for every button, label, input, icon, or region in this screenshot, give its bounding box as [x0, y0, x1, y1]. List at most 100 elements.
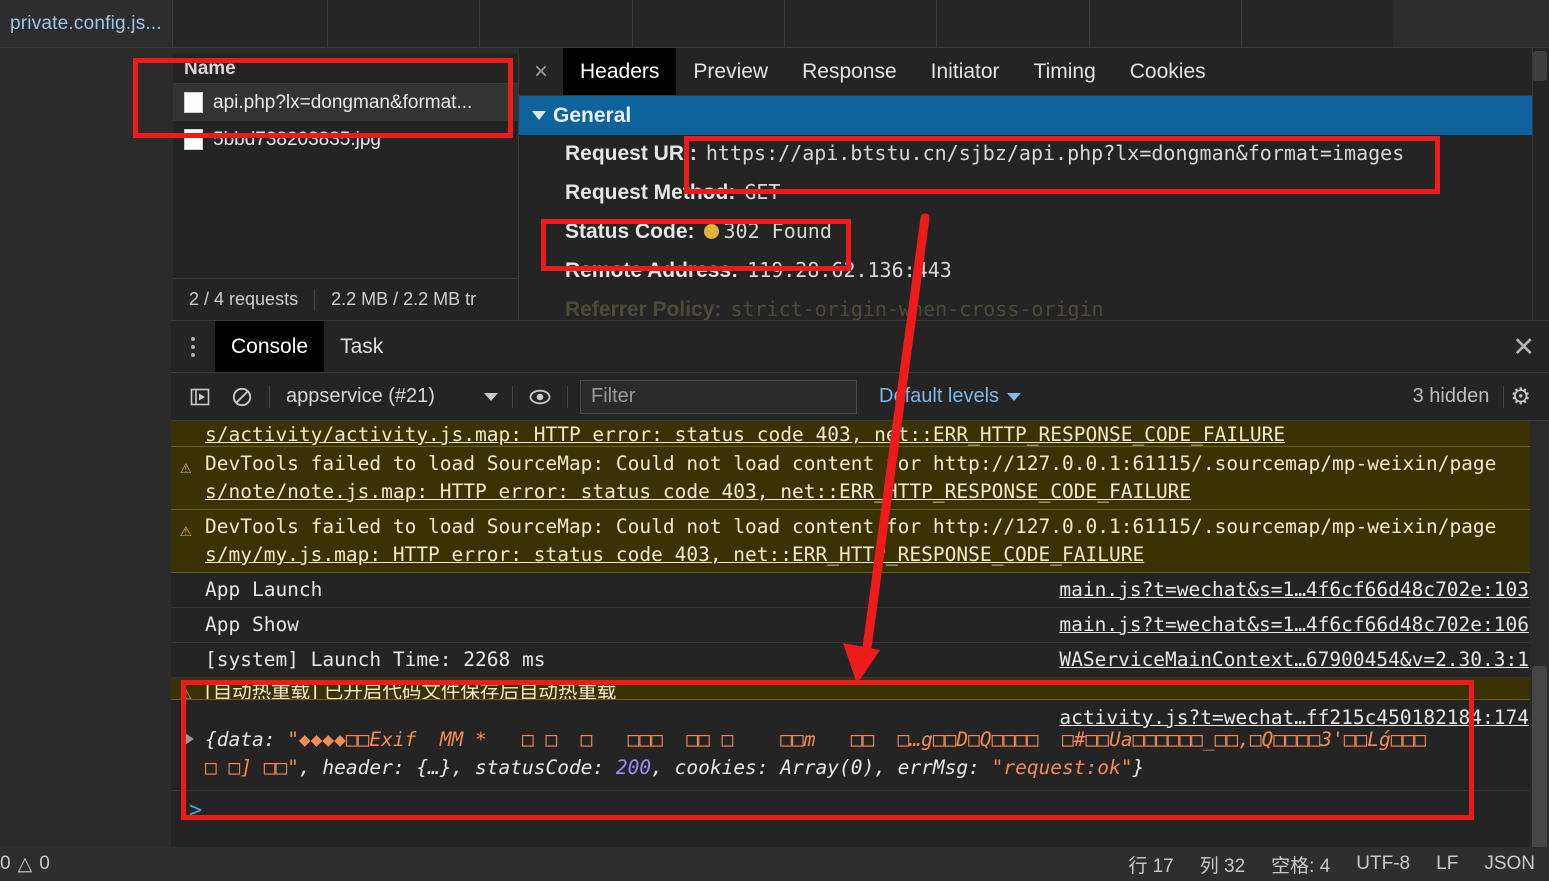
execute-in-frame-icon[interactable] — [179, 373, 221, 421]
general-section-label: General — [553, 103, 632, 127]
expand-arrow-icon[interactable] — [185, 733, 194, 745]
chevron-down-icon — [484, 392, 498, 401]
more-options-icon[interactable] — [171, 321, 215, 372]
field-referrer-policy: Referrer Policy: strict-origin-when-cros… — [565, 297, 1549, 320]
network-row-image[interactable]: 5bbd738203835.jpg — [173, 121, 518, 158]
log-row[interactable]: App Show main.js?t=wechat&s=1…4f6cf66d48… — [171, 608, 1549, 643]
tab-cookies[interactable]: Cookies — [1113, 48, 1223, 95]
field-request-method: Request Method: GET — [565, 180, 1549, 219]
tabstrip-cell — [326, 0, 479, 47]
screen-root: private.config.js... Name api.php?lx=don… — [0, 0, 1549, 881]
log-text[interactable]: s/activity/activity.js.map: HTTP error: … — [205, 423, 1285, 446]
field-label: Request Method: — [565, 181, 736, 204]
tabstrip-cell — [631, 0, 784, 47]
general-section-header[interactable]: General — [519, 96, 1549, 135]
log-source-link[interactable]: WAServiceMainContext…67900454&v=2.30.3:1 — [1059, 646, 1529, 674]
gear-icon[interactable]: ⚙ — [1510, 383, 1541, 410]
object-prefix: {data: — [205, 728, 288, 751]
tab-timing[interactable]: Timing — [1017, 48, 1113, 95]
status-line[interactable]: 行 17 — [1128, 851, 1173, 878]
toolbar-divider — [1503, 385, 1505, 408]
toolbar-divider — [567, 385, 568, 408]
log-level-label: Default levels — [879, 385, 1000, 407]
field-value[interactable]: https://api.btstu.cn/sjbz/api.php?lx=don… — [706, 141, 1404, 165]
console-context-label: appservice (#21) — [286, 385, 435, 407]
prompt-chevron-icon: > — [189, 798, 203, 823]
tab-console[interactable]: Console — [215, 321, 325, 372]
tabstrip-cell — [1088, 0, 1241, 47]
status-indentation[interactable]: 空格: 4 — [1271, 851, 1330, 878]
field-label: Referrer Policy: — [565, 298, 722, 320]
editor-status-bar: 0 △ 0 行 17 列 32 空格: 4 UTF-8 LF JSON — [0, 847, 1549, 881]
tab-response[interactable]: Response — [785, 48, 914, 95]
network-row-name: 5bbd738203835.jpg — [213, 128, 382, 150]
log-source-link[interactable]: main.js?t=wechat&s=1…4f6cf66d48c702e:106 — [1059, 611, 1529, 639]
console-filter-input[interactable]: Filter — [580, 379, 857, 414]
log-row-object[interactable]: activity.js?t=wechat…ff215c450182184:174… — [171, 700, 1549, 791]
object-rest-a: , header: {…}, statusCode: — [298, 756, 616, 779]
log-row[interactable]: ⚠ DevTools failed to load SourceMap: Cou… — [171, 510, 1549, 573]
log-row[interactable]: s/activity/activity.js.map: HTTP error: … — [171, 421, 1549, 447]
log-row[interactable]: App Launch main.js?t=wechat&s=1…4f6cf66d… — [171, 573, 1549, 608]
network-transfer-size: 2.2 MB / 2.2 MB tr — [331, 289, 477, 309]
status-right-group: 行 17 列 32 空格: 4 UTF-8 LF JSON — [1128, 851, 1549, 878]
general-fields: Request URI: https://api.btstu.cn/sjbz/a… — [519, 135, 1549, 320]
request-detail-tabbar: × Headers Preview Response Initiator Tim… — [519, 48, 1549, 96]
close-drawer-icon[interactable]: ✕ — [1512, 321, 1535, 373]
clear-console-icon[interactable] — [221, 373, 263, 421]
toolbar-divider — [269, 385, 270, 408]
console-log-level-selector[interactable]: Default levels — [879, 385, 1022, 408]
tab-preview[interactable]: Preview — [676, 48, 785, 95]
status-column[interactable]: 列 32 — [1200, 851, 1245, 878]
tabstrip-cell — [935, 0, 1089, 47]
error-count: 0 — [0, 853, 11, 874]
warning-icon: ⚠ — [180, 519, 192, 541]
status-language-mode[interactable]: JSON — [1484, 853, 1535, 875]
console-scrollbar-thumb[interactable] — [1532, 666, 1547, 851]
log-text[interactable]: s/my/my.js.map: HTTP error: status code … — [205, 541, 1529, 569]
status-eol[interactable]: LF — [1436, 853, 1458, 875]
console-context-selector[interactable]: appservice (#21) — [276, 382, 506, 412]
log-source-link[interactable]: activity.js?t=wechat…ff215c450182184:174 — [1059, 704, 1529, 732]
log-row[interactable]: ⚠ DevTools failed to load SourceMap: Cou… — [171, 447, 1549, 510]
object-rest-b: , cookies: Array(0), errMsg: — [651, 756, 992, 779]
field-remote-address: Remote Address: 119.28.62.136:443 — [565, 258, 1549, 297]
toolbar-divider — [512, 385, 513, 408]
field-value: strict-origin-when-cross-origin — [730, 297, 1104, 320]
log-text: App Launch — [205, 578, 323, 601]
status-dot-icon — [703, 224, 719, 239]
warning-count: 0 — [39, 853, 50, 874]
headers-scrollbar-thumb[interactable] — [1533, 51, 1547, 81]
tabstrip-cell — [478, 0, 632, 47]
field-value: 119.28.62.136:443 — [747, 258, 952, 282]
tab-task[interactable]: Task — [324, 321, 399, 372]
close-icon[interactable]: × — [519, 48, 563, 95]
log-text: [system] Launch Time: 2268 ms — [205, 648, 546, 671]
status-encoding[interactable]: UTF-8 — [1356, 853, 1410, 875]
field-label: Remote Address: — [565, 259, 739, 282]
object-data-string-cont: □ □] □□" — [205, 756, 299, 779]
log-row[interactable]: ⚠ [自动热重载] 已开启代码文件保存后自动热重载 — [171, 678, 1549, 700]
object-errmsg: "request:ok" — [991, 756, 1133, 779]
status-problems[interactable]: 0 △ 0 — [0, 853, 50, 876]
warning-icon: ⚠ — [180, 682, 192, 700]
log-row[interactable]: [system] Launch Time: 2268 ms WAServiceM… — [171, 643, 1549, 678]
console-prompt[interactable]: > — [171, 791, 1549, 831]
headers-scrollbar[interactable] — [1532, 48, 1549, 320]
log-text[interactable]: s/note/note.js.map: HTTP error: status c… — [205, 478, 1529, 506]
object-line-2: □ □] □□", header: {…}, statusCode: 200, … — [205, 754, 1529, 782]
field-label: Request URI: — [565, 142, 697, 165]
tab-initiator[interactable]: Initiator — [914, 48, 1017, 95]
editor-tab-private-config[interactable]: private.config.js... — [0, 0, 172, 47]
warning-icon: △ — [17, 853, 33, 875]
tab-headers[interactable]: Headers — [563, 48, 677, 95]
console-scrollbar[interactable] — [1530, 421, 1549, 851]
chevron-down-icon — [1007, 392, 1022, 401]
tabstrip-cell — [1240, 0, 1393, 47]
field-label: Status Code: — [565, 220, 695, 243]
live-expression-eye-icon[interactable] — [519, 373, 561, 421]
log-source-link[interactable]: main.js?t=wechat&s=1…4f6cf66d48c702e:103 — [1059, 576, 1529, 604]
network-row-name: api.php?lx=dongman&format... — [213, 91, 473, 113]
network-row-api-php[interactable]: api.php?lx=dongman&format... — [173, 84, 518, 121]
warning-icon: ⚠ — [180, 456, 192, 478]
